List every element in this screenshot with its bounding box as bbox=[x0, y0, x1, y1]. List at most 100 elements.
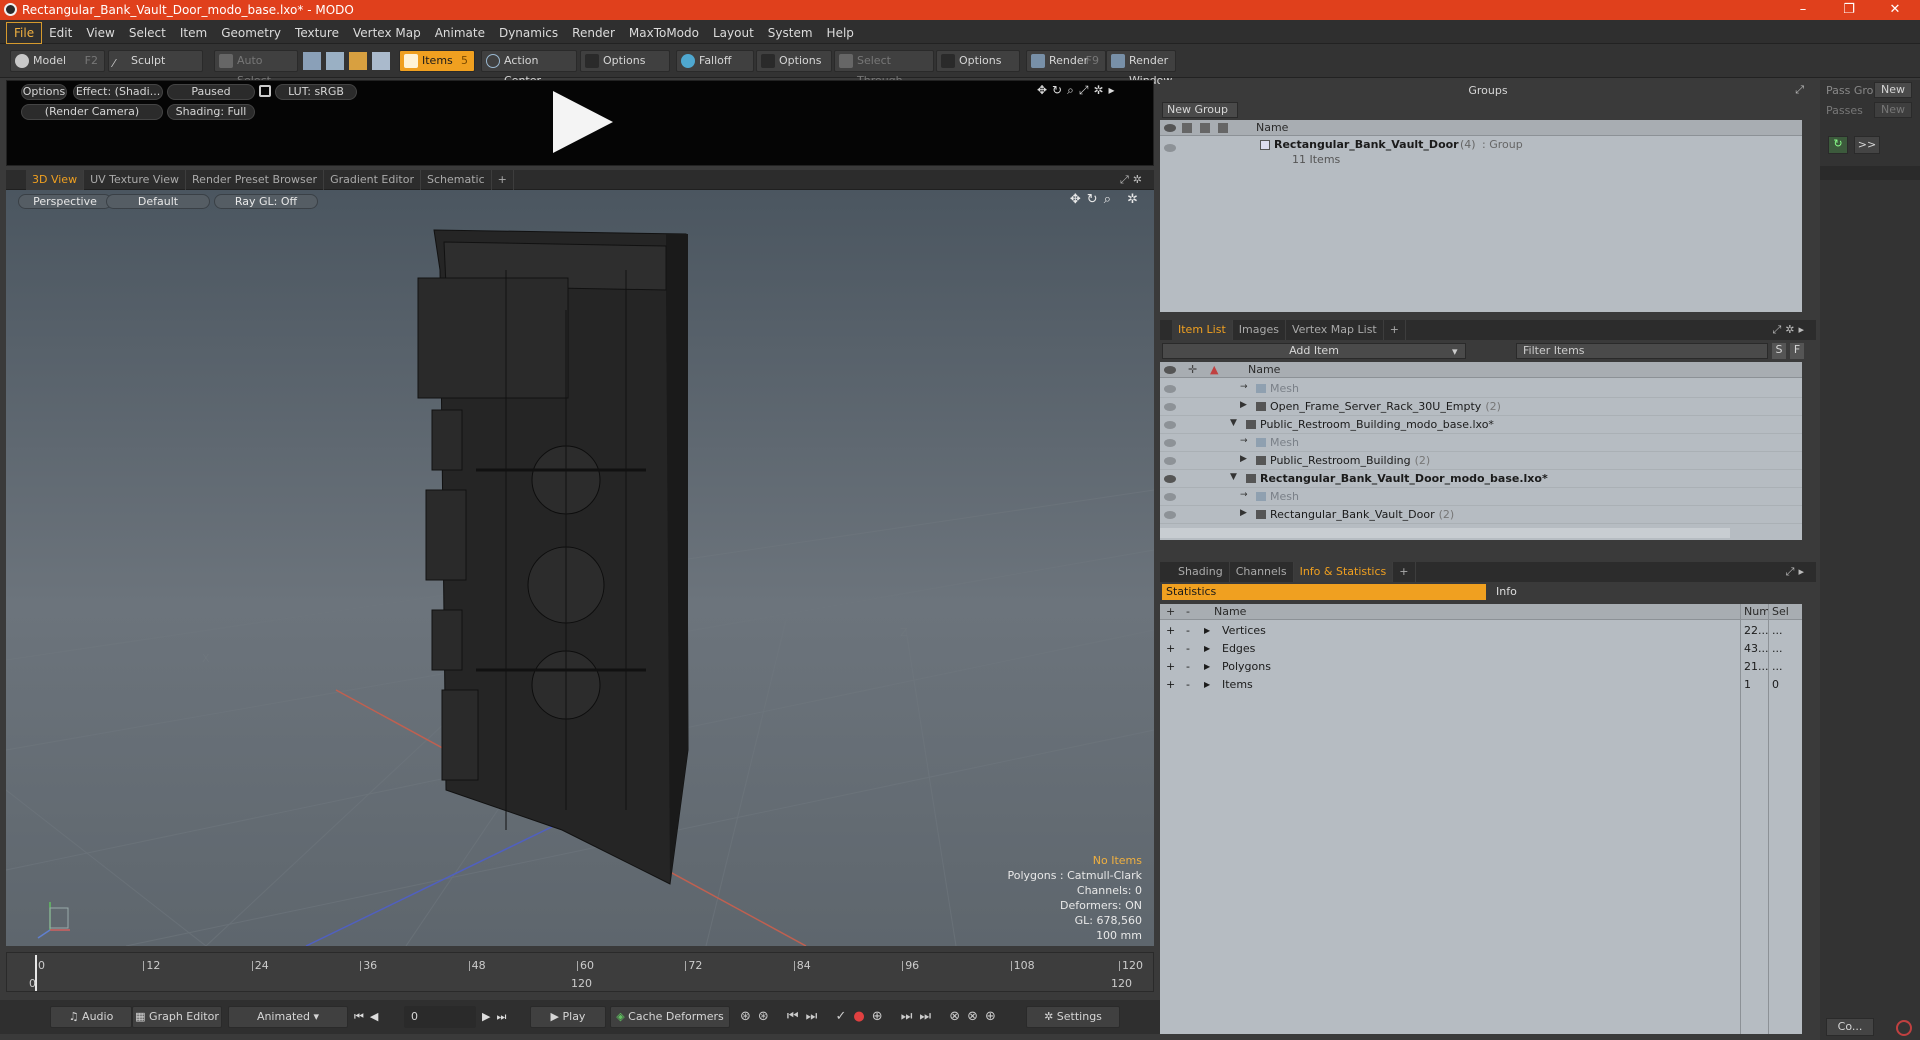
3d-viewport[interactable]: X Z Perspective Default Ray GL: Off ✥↻⌕ … bbox=[6, 190, 1154, 946]
chevron-right-icon[interactable]: ▶ bbox=[1204, 662, 1210, 671]
tab-item-list[interactable]: Item List bbox=[1172, 320, 1233, 340]
menu-layout[interactable]: Layout bbox=[706, 21, 761, 45]
preview-options-button[interactable]: Options bbox=[21, 84, 67, 100]
preview-paused-button[interactable]: Paused bbox=[167, 84, 255, 100]
tab-render-preset-browser[interactable]: Render Preset Browser bbox=[186, 170, 325, 190]
menu-vertex-map[interactable]: Vertex Map bbox=[346, 21, 428, 45]
expand-plus-icon[interactable]: + bbox=[1166, 678, 1175, 691]
minimize-button[interactable]: – bbox=[1780, 0, 1826, 20]
chevron-right-icon[interactable]: ▶ bbox=[1204, 644, 1210, 653]
list-item[interactable]: → Mesh bbox=[1160, 434, 1802, 452]
menu-system[interactable]: System bbox=[761, 21, 820, 45]
expand-plus-icon[interactable]: + bbox=[1166, 642, 1175, 655]
select-through-button[interactable]: Select Through bbox=[834, 50, 934, 87]
viewport-nav-icons[interactable]: ✥↻⌕ ✲ bbox=[1070, 192, 1144, 207]
render-window-button[interactable]: Render Window bbox=[1106, 50, 1176, 87]
menu-animate[interactable]: Animate bbox=[428, 21, 492, 45]
preview-camera-dropdown[interactable]: (Render Camera) bbox=[21, 104, 163, 120]
list-item[interactable]: ▼ Rectangular_Bank_Vault_Door_modo_base.l… bbox=[1160, 470, 1802, 488]
falloff-button[interactable]: Falloff bbox=[676, 50, 754, 72]
s-button[interactable]: S bbox=[1772, 343, 1786, 359]
chevron-right-icon[interactable]: ▶ bbox=[1240, 454, 1247, 464]
collapse-minus-icon[interactable]: - bbox=[1186, 624, 1190, 637]
tab--[interactable]: + bbox=[492, 170, 514, 190]
chevron-right-icon[interactable]: ▶ bbox=[1240, 400, 1247, 410]
transport-forward-icons[interactable]: ▶⏭ bbox=[482, 1010, 512, 1024]
panel-controls[interactable]: ⤢✲▸ bbox=[1772, 323, 1808, 337]
new-group-button[interactable]: New Group bbox=[1162, 102, 1238, 118]
key-tools-icons[interactable]: ⊛⊛ ⏮⏭ ✓●⊕ ⏭⏭ ⊗⊗⊕ bbox=[740, 1009, 1003, 1024]
tab-shading[interactable]: Shading bbox=[1172, 562, 1230, 582]
model-mode-button[interactable]: Model F2 bbox=[10, 50, 105, 72]
filter-items-input[interactable]: Filter Items bbox=[1516, 343, 1768, 359]
preview-shading-dropdown[interactable]: Shading: Full bbox=[167, 104, 255, 120]
render-button[interactable]: Render F9 bbox=[1026, 50, 1106, 72]
groups-list[interactable]: Name Rectangular_Bank_Vault_Door (4) : G… bbox=[1160, 120, 1802, 312]
table-row[interactable]: + - ▶ Items 1 0 bbox=[1160, 676, 1802, 694]
expand-all-icon[interactable]: + bbox=[1166, 604, 1175, 620]
chevron-right-icon[interactable]: → bbox=[1240, 436, 1248, 446]
chevron-right-icon[interactable]: ▶ bbox=[1240, 508, 1247, 518]
eye-icon[interactable] bbox=[1164, 144, 1176, 152]
falloff-options-button[interactable]: Options bbox=[756, 50, 832, 72]
close-button[interactable]: ✕ bbox=[1872, 0, 1918, 20]
select-through-options-button[interactable]: Options bbox=[936, 50, 1020, 72]
menu-dynamics[interactable]: Dynamics bbox=[492, 21, 565, 45]
list-item[interactable]: ▶ Public_Restroom_Building (2) bbox=[1160, 452, 1802, 470]
frame-input[interactable]: 0 bbox=[404, 1006, 476, 1028]
f-button[interactable]: F bbox=[1790, 343, 1804, 359]
tab-schematic[interactable]: Schematic bbox=[421, 170, 492, 190]
add-item-button[interactable]: Add Item bbox=[1162, 343, 1466, 359]
vertex-select-icon[interactable] bbox=[303, 52, 321, 70]
list-item[interactable]: → Mesh bbox=[1160, 380, 1802, 398]
sculpt-mode-button[interactable]: ⁄ Sculpt bbox=[108, 50, 203, 72]
preview-lut-dropdown[interactable]: LUT: sRGB bbox=[275, 84, 357, 100]
collapse-minus-icon[interactable]: - bbox=[1186, 660, 1190, 673]
table-row[interactable]: + - ▶ Edges 43...... bbox=[1160, 640, 1802, 658]
maximize-button[interactable]: ❐ bbox=[1826, 0, 1872, 20]
eye-icon[interactable] bbox=[1164, 421, 1176, 429]
items-mode-button[interactable]: Items 5 bbox=[399, 50, 475, 72]
tab-images[interactable]: Images bbox=[1233, 320, 1286, 340]
menu-view[interactable]: View bbox=[79, 21, 121, 45]
expand-plus-icon[interactable]: + bbox=[1166, 660, 1175, 673]
collapse-minus-icon[interactable]: - bbox=[1186, 678, 1190, 691]
chevron-right-icon[interactable]: ▶ bbox=[1204, 680, 1210, 689]
list-item[interactable]: ▶ Open_Frame_Server_Rack_30U_Empty (2) bbox=[1160, 398, 1802, 416]
raygl-dropdown[interactable]: Ray GL: Off bbox=[214, 194, 318, 209]
collapse-minus-icon[interactable]: - bbox=[1186, 642, 1190, 655]
expand-plus-icon[interactable]: + bbox=[1166, 624, 1175, 637]
graph-editor-button[interactable]: ▦ Graph Editor bbox=[132, 1006, 222, 1028]
polygon-select-icon[interactable] bbox=[349, 52, 367, 70]
item-list[interactable]: ✛ ▲ Name → Mesh ▶ Open_Frame_Server_Rack_30… bbox=[1160, 362, 1802, 540]
new-pass-group-button[interactable]: New bbox=[1874, 82, 1912, 98]
chevron-down-icon[interactable]: ▾ bbox=[1452, 345, 1458, 358]
list-item[interactable]: ▼ Public_Restroom_Building_modo_base.lxo* bbox=[1160, 416, 1802, 434]
list-item[interactable]: → Mesh bbox=[1160, 488, 1802, 506]
lock-icon[interactable] bbox=[259, 85, 271, 97]
action-center-options-button[interactable]: Options bbox=[580, 50, 670, 72]
eye-icon[interactable] bbox=[1164, 385, 1176, 393]
tab-gradient-editor[interactable]: Gradient Editor bbox=[324, 170, 421, 190]
co-button[interactable]: Co... bbox=[1826, 1018, 1874, 1036]
chevron-right-icon[interactable]: → bbox=[1240, 490, 1248, 500]
play-icon[interactable] bbox=[547, 87, 617, 157]
chevron-right-icon[interactable]: ▶ bbox=[1204, 626, 1210, 635]
menu-file[interactable]: File bbox=[6, 22, 43, 44]
menu-texture[interactable]: Texture bbox=[288, 21, 346, 45]
tab-info-statistics[interactable]: Info & Statistics bbox=[1293, 562, 1394, 582]
audio-button[interactable]: ♫ Audio bbox=[50, 1006, 132, 1028]
stats-table[interactable]: + - Name Num Sel + - ▶ Vertices 22...... + - ▶ E… bbox=[1160, 604, 1802, 1034]
menu-help[interactable]: Help bbox=[820, 21, 861, 45]
statistics-tab[interactable]: Statistics bbox=[1162, 584, 1486, 600]
menu-edit[interactable]: Edit bbox=[42, 21, 79, 45]
eye-icon[interactable] bbox=[1164, 493, 1176, 501]
menu-item[interactable]: Item bbox=[173, 21, 214, 45]
expand-icon[interactable]: ⤢ bbox=[1795, 83, 1804, 97]
perspective-dropdown[interactable]: Perspective bbox=[18, 194, 112, 209]
table-row[interactable]: + - ▶ Vertices 22...... bbox=[1160, 622, 1802, 640]
tab--[interactable]: + bbox=[1393, 562, 1416, 582]
tab-channels[interactable]: Channels bbox=[1230, 562, 1294, 582]
viewport-tab-controls[interactable]: ⤢✲ bbox=[1120, 173, 1146, 187]
panel-controls[interactable]: ⤢▸ bbox=[1786, 565, 1808, 579]
